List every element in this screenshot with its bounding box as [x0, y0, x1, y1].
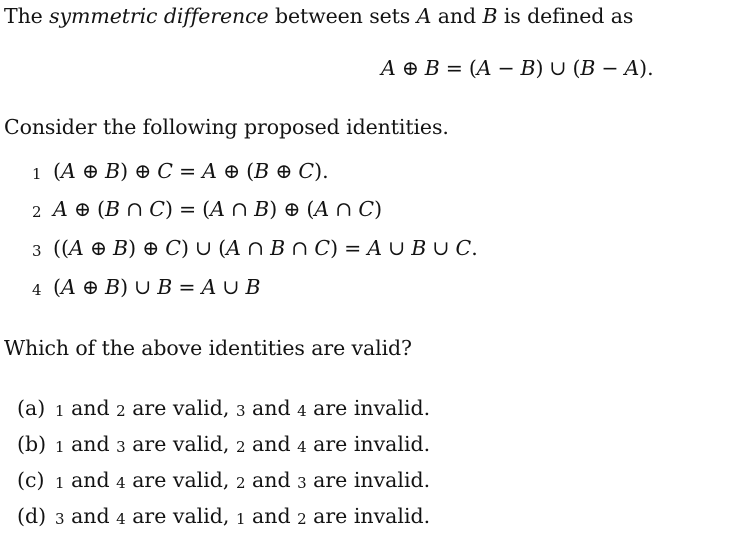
- answer-option-a[interactable]: (a) 1 and 2 are valid, 3 and 4 are invali…: [17, 396, 430, 420]
- identity-formula-4: (A ⊕ B) ∪ B = A ∪ B: [53, 275, 261, 299]
- option-text-a: 1 and 2 are valid, 3 and 4 are invalid.: [55, 396, 431, 420]
- question-page: The symmetric difference between sets A …: [0, 0, 751, 554]
- intro-tail: is defined as: [497, 4, 634, 28]
- identity-item-2: 2 A ⊕ (B ∩ C) = (A ∩ B) ⊕ (A ∩ C): [32, 197, 382, 221]
- option-label-c: (c): [17, 468, 45, 492]
- answer-option-c[interactable]: (c) 1 and 4 are valid, 2 and 3 are invali…: [17, 468, 430, 492]
- intro-var-b: B: [482, 4, 498, 28]
- option-label-a: (a): [17, 396, 46, 420]
- intro-before-italic: The: [4, 4, 50, 28]
- identity-number-2: 2: [32, 203, 42, 221]
- identity-formula-2: A ⊕ (B ∩ C) = (A ∩ B) ⊕ (A ∩ C): [53, 197, 383, 221]
- intro-italic-term: symmetric difference: [49, 4, 269, 28]
- answer-option-b[interactable]: (b) 1 and 3 are valid, 2 and 4 are invali…: [17, 432, 430, 456]
- identity-item-3: 3 ((A ⊕ B) ⊕ C) ∪ (A ∩ B ∩ C) = A ∪ B ∪ C.: [32, 236, 478, 260]
- consider-line: Consider the following proposed identiti…: [4, 115, 449, 139]
- intro-var-a: A: [416, 4, 432, 28]
- identity-formula-1: (A ⊕ B) ⊕ C = A ⊕ (B ⊕ C).: [53, 159, 329, 183]
- identity-item-4: 4 (A ⊕ B) ∪ B = A ∪ B: [32, 275, 261, 299]
- option-text-b: 1 and 3 are valid, 2 and 4 are invalid.: [55, 432, 431, 456]
- identity-number-4: 4: [32, 281, 42, 299]
- option-label-b: (b): [17, 432, 47, 456]
- intro-paragraph: The symmetric difference between sets A …: [4, 6, 633, 27]
- option-text-c: 1 and 4 are valid, 2 and 3 are invalid.: [55, 468, 431, 492]
- identity-number-1: 1: [32, 165, 42, 183]
- intro-conjunction: and: [431, 4, 483, 28]
- question-prompt: Which of the above identities are valid?: [4, 336, 412, 360]
- intro-after-italic: between sets: [268, 4, 417, 28]
- option-label-d: (d): [17, 504, 47, 528]
- identity-formula-3: ((A ⊕ B) ⊕ C) ∪ (A ∩ B ∩ C) = A ∪ B ∪ C.: [53, 236, 478, 260]
- answer-option-d[interactable]: (d) 3 and 4 are valid, 1 and 2 are invali…: [17, 504, 430, 528]
- option-text-d: 3 and 4 are valid, 1 and 2 are invalid.: [55, 504, 431, 528]
- identity-number-3: 3: [32, 242, 42, 260]
- identity-item-1: 1 (A ⊕ B) ⊕ C = A ⊕ (B ⊕ C).: [32, 159, 329, 183]
- display-equation: A ⊕ B = (A − B) ∪ (B − A).: [381, 56, 654, 80]
